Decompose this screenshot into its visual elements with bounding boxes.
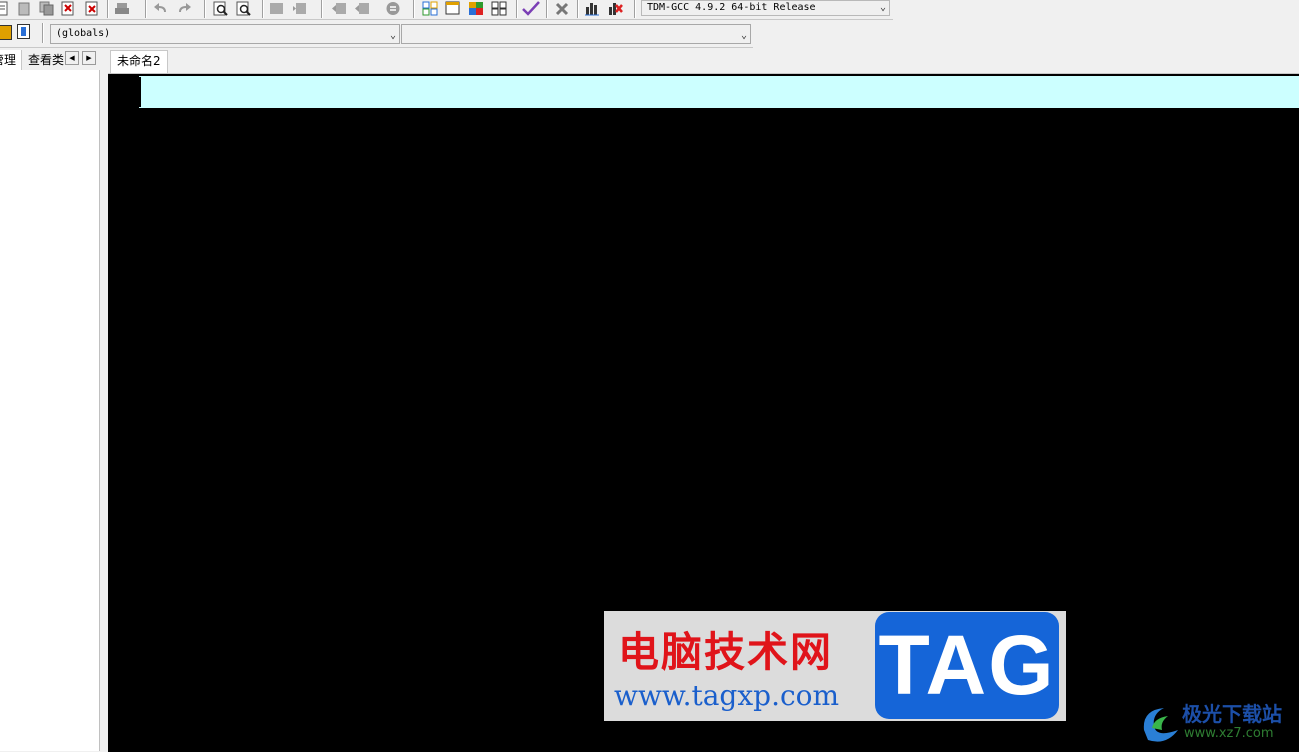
line-gutter (108, 74, 139, 752)
tab-scroll-right-icon[interactable]: ▶ (82, 51, 96, 65)
goto-bookmark-icon[interactable] (355, 1, 371, 16)
find-icon[interactable] (213, 1, 229, 16)
site-url: www.xz7.com (1184, 726, 1274, 741)
scope-select[interactable]: (globals) ⌄ (50, 24, 400, 44)
stop-icon[interactable] (554, 1, 570, 16)
window-icon[interactable] (445, 1, 461, 16)
editor-tabs: 未命名2 (108, 48, 1299, 73)
undo-icon[interactable] (153, 1, 169, 16)
chevron-down-icon: ⌄ (740, 30, 747, 41)
new-project-icon[interactable] (422, 1, 438, 16)
project-options-icon[interactable] (468, 1, 484, 16)
unindent-icon[interactable] (292, 1, 308, 16)
goto-declaration-icon[interactable] (0, 25, 12, 40)
site-logo: 极光下载站 www.xz7.com (1138, 696, 1298, 746)
close-all-icon[interactable] (84, 1, 100, 16)
tab-project-manager[interactable]: 管理 (0, 50, 22, 70)
save-all-icon[interactable] (38, 1, 54, 16)
watermark-url: www.tagxp.com (614, 679, 840, 712)
replace-icon[interactable] (236, 1, 252, 16)
main-toolbar: TDM-GCC 4.9.2 64-bit Release ⌄ (0, 0, 893, 20)
tab-scroll-left-icon[interactable]: ◀ (65, 51, 79, 65)
check-syntax-icon[interactable] (522, 1, 540, 16)
site-name: 极光下载站 (1182, 702, 1282, 726)
print-icon[interactable] (114, 1, 130, 16)
tab-class-view[interactable]: 查看类 (24, 50, 66, 70)
indent-icon[interactable] (269, 1, 285, 16)
redo-icon[interactable] (176, 1, 192, 16)
watermark-title: 电脑技术网 (618, 628, 833, 676)
chevron-down-icon: ⌄ (389, 30, 396, 41)
splitter[interactable] (100, 48, 108, 751)
compiler-select-value: TDM-GCC 4.9.2 64-bit Release (647, 2, 816, 13)
goto-definition-icon[interactable] (17, 24, 30, 39)
watermark-tag-logo: TAG (875, 612, 1059, 719)
compiler-select[interactable]: TDM-GCC 4.9.2 64-bit Release ⌄ (641, 0, 890, 16)
class-toolbar: (globals) ⌄ ⌄ (0, 20, 753, 48)
new-file-icon[interactable] (0, 1, 10, 16)
goto-line-icon[interactable] (385, 1, 401, 16)
class-browser-icon[interactable] (491, 1, 507, 16)
member-select[interactable]: ⌄ (401, 24, 751, 44)
chevron-down-icon: ⌄ (879, 2, 886, 13)
text-caret (139, 77, 141, 107)
swirl-logo-icon (1143, 708, 1178, 742)
watermark-banner: 电脑技术网 www.tagxp.com TAG (604, 611, 1066, 721)
close-file-icon[interactable] (60, 1, 76, 16)
project-panel: 管理 查看类 ◀ ▶ (0, 48, 100, 751)
profile-icon[interactable] (584, 1, 600, 16)
scope-select-value: (globals) (56, 28, 111, 39)
tab-untitled-2[interactable]: 未命名2 (110, 50, 168, 73)
toggle-bookmark-icon[interactable] (332, 1, 348, 16)
panel-tabs: 管理 查看类 ◀ ▶ (0, 48, 100, 70)
current-line-highlight (139, 76, 1299, 108)
delete-profile-icon[interactable] (607, 1, 623, 16)
open-file-icon[interactable] (16, 1, 32, 16)
